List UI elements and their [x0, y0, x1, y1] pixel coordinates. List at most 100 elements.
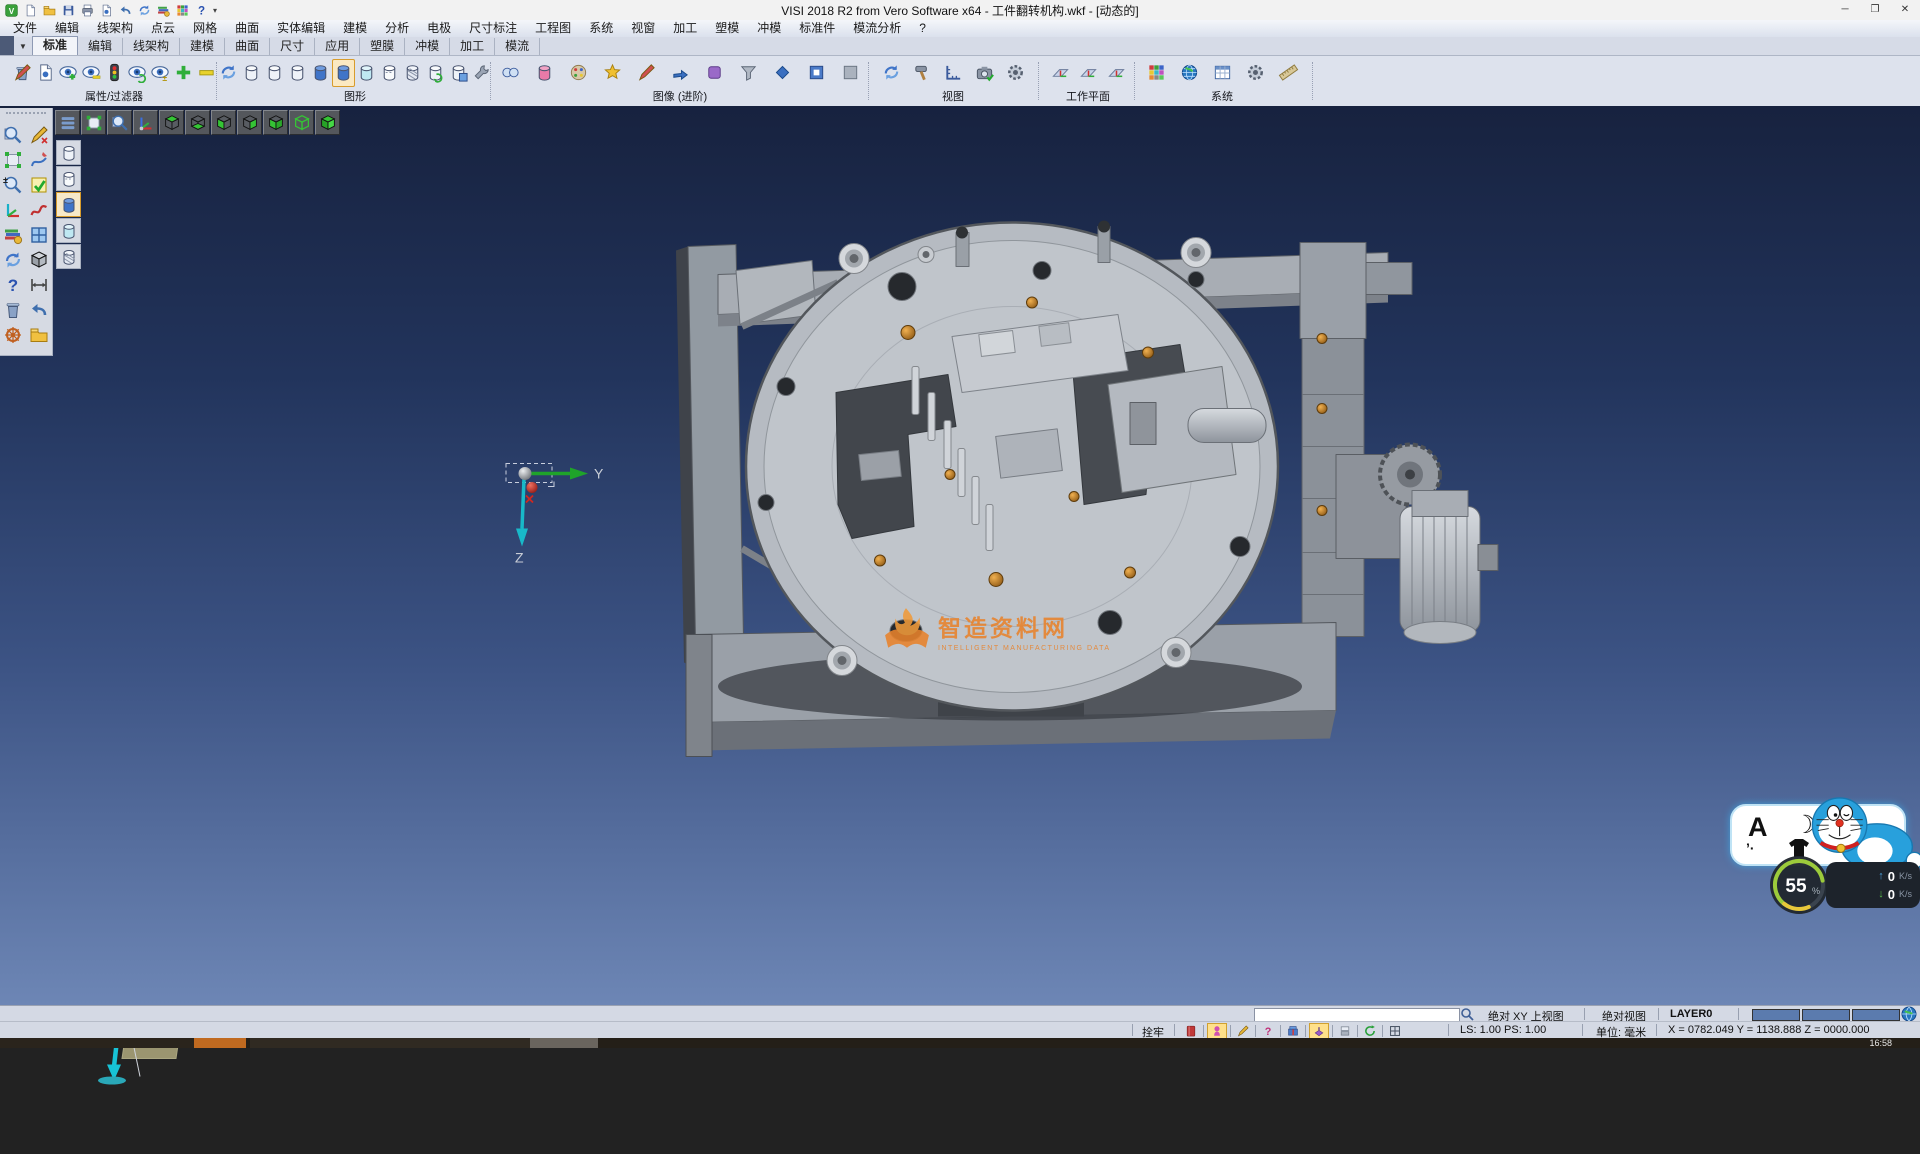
traffic-filter-icon[interactable] — [103, 59, 126, 87]
page-eye-icon[interactable] — [34, 59, 57, 87]
tab-标准[interactable]: 标准 — [32, 36, 78, 55]
workplane-axis-icon[interactable] — [1074, 59, 1102, 87]
measure-distance-icon[interactable] — [28, 274, 50, 296]
quick-access-more-icon[interactable]: ▾ — [210, 6, 220, 15]
grid-cross-icon[interactable] — [1386, 1024, 1404, 1038]
edit-pencil-icon[interactable] — [28, 124, 50, 146]
tab-冲模[interactable]: 冲模 — [405, 38, 450, 55]
menu-item-编辑[interactable]: 编辑 — [46, 20, 88, 37]
graphics-wrench-icon[interactable] — [470, 59, 493, 87]
cylinder-white-icon[interactable] — [378, 59, 401, 87]
ime-punctuation-button[interactable]: ’· — [1746, 840, 1755, 856]
cylinder-cyan-icon[interactable] — [355, 59, 378, 87]
color-grid-icon[interactable] — [1140, 59, 1173, 87]
tab-曲面[interactable]: 曲面 — [225, 38, 270, 55]
zoom-plusminus-icon[interactable]: ± — [2, 174, 24, 196]
layer-books-icon[interactable] — [155, 2, 172, 19]
rotate-clock-icon[interactable] — [1361, 1024, 1379, 1038]
page-eye-icon[interactable] — [98, 2, 115, 19]
show-plusminus-icon[interactable]: ± — [149, 59, 172, 87]
maximize-button[interactable]: ❐ — [1860, 0, 1890, 20]
image-palette-icon[interactable] — [561, 59, 595, 87]
quick-search-input[interactable] — [1254, 1008, 1460, 1022]
view-ruler-icon[interactable] — [938, 59, 969, 87]
active-layer[interactable]: LAYER0 — [1670, 1008, 1712, 1020]
menu-item-模流分析[interactable]: 模流分析 — [844, 20, 910, 37]
image-purple-icon[interactable] — [697, 59, 731, 87]
performance-gauge[interactable]: 55 % — [1768, 854, 1830, 916]
open-project-icon[interactable] — [28, 324, 50, 346]
cylinder-hatched-icon[interactable] — [401, 59, 424, 87]
workplane-view-icon[interactable] — [1102, 59, 1130, 87]
window-grid-icon[interactable] — [28, 224, 50, 246]
show-remove-icon[interactable] — [80, 59, 103, 87]
tab-模流[interactable]: 模流 — [495, 38, 540, 55]
workplane-xy-icon[interactable] — [1046, 59, 1074, 87]
close-button[interactable]: ✕ — [1890, 0, 1920, 20]
view-camera-icon[interactable] — [969, 59, 1000, 87]
color-grid-icon[interactable] — [174, 2, 191, 19]
color-swatch-1[interactable] — [1752, 1009, 1800, 1021]
image-pencil-icon[interactable] — [629, 59, 663, 87]
cube-back-icon[interactable] — [289, 110, 314, 135]
view-hammer-icon[interactable] — [907, 59, 938, 87]
cube-front-icon[interactable] — [263, 110, 288, 135]
solid-cube-icon[interactable] — [28, 249, 50, 271]
draw-spline-icon[interactable] — [28, 199, 50, 221]
refresh-model-icon[interactable] — [136, 2, 153, 19]
shade-wire-icon[interactable] — [56, 140, 81, 165]
cylinder-wire-b-icon[interactable] — [263, 59, 286, 87]
menu-item-曲面[interactable]: 曲面 — [226, 20, 268, 37]
os-taskbar[interactable]: 16:58 — [0, 1038, 1920, 1048]
menu-item-线架构[interactable]: 线架构 — [88, 20, 142, 37]
cylinder-recycle-icon[interactable] — [424, 59, 447, 87]
remove-yellow-icon[interactable] — [195, 59, 218, 87]
taskbar-item[interactable] — [530, 1038, 598, 1048]
cylinder-blue-selected-icon[interactable] — [332, 59, 355, 87]
new-document-icon[interactable] — [22, 2, 39, 19]
zoom-layers-icon[interactable] — [2, 124, 24, 146]
menu-item-?[interactable]: ? — [910, 20, 935, 37]
print-doc-icon[interactable] — [79, 2, 96, 19]
system-table-icon[interactable] — [1206, 59, 1239, 87]
show-add-icon[interactable] — [57, 59, 80, 87]
tab-应用[interactable]: 应用 — [315, 38, 360, 55]
menu-item-冲模[interactable]: 冲模 — [748, 20, 790, 37]
menu-item-点云[interactable]: 点云 — [142, 20, 184, 37]
menu-item-文件[interactable]: 文件 — [4, 20, 46, 37]
view-gear-icon[interactable] — [1000, 59, 1031, 87]
cube-left-icon[interactable] — [211, 110, 236, 135]
system-gear-icon[interactable] — [1239, 59, 1272, 87]
shade-hidden-icon[interactable] — [56, 166, 81, 191]
menu-item-系统[interactable]: 系统 — [580, 20, 622, 37]
layer-list-icon[interactable] — [55, 110, 80, 135]
fit-view-icon[interactable] — [81, 110, 106, 135]
axes-orient-dark-icon[interactable] — [133, 110, 158, 135]
parcel-icon[interactable] — [1284, 1024, 1302, 1038]
view-refresh-icon[interactable] — [876, 59, 907, 87]
help-magenta-icon[interactable]: ? — [1259, 1024, 1277, 1038]
viewport-3d-scene[interactable]: Y Z Y ±? — [0, 106, 1920, 1005]
add-green-icon[interactable] — [172, 59, 195, 87]
tab-dropdown-icon[interactable]: ▼ — [14, 38, 32, 55]
tab-尺寸[interactable]: 尺寸 — [270, 38, 315, 55]
menu-item-建模[interactable]: 建模 — [334, 20, 376, 37]
image-pink-icon[interactable] — [527, 59, 561, 87]
image-blue-icon[interactable] — [799, 59, 833, 87]
navigate-wheel-icon[interactable] — [2, 324, 24, 346]
image-eye-icon[interactable] — [493, 59, 527, 87]
shade-hatched-icon[interactable] — [56, 244, 81, 269]
search-icon[interactable] — [1460, 1007, 1474, 1021]
cylinder-wire-c-icon[interactable] — [286, 59, 309, 87]
layer-books-icon[interactable] — [2, 224, 24, 246]
menu-item-实体编辑[interactable]: 实体编辑 — [268, 20, 334, 37]
image-gray-icon[interactable] — [833, 59, 867, 87]
undo-arrow-icon[interactable] — [28, 299, 50, 321]
cad-model-canvas[interactable]: Y Z Y — [0, 106, 1920, 1154]
save-file-icon[interactable] — [60, 2, 77, 19]
shade-ghost-icon[interactable] — [56, 218, 81, 243]
image-funnel-icon[interactable] — [731, 59, 765, 87]
history-book-icon[interactable] — [1182, 1024, 1200, 1038]
cylinder-blue-icon[interactable] — [309, 59, 332, 87]
menu-item-视窗[interactable]: 视窗 — [622, 20, 664, 37]
